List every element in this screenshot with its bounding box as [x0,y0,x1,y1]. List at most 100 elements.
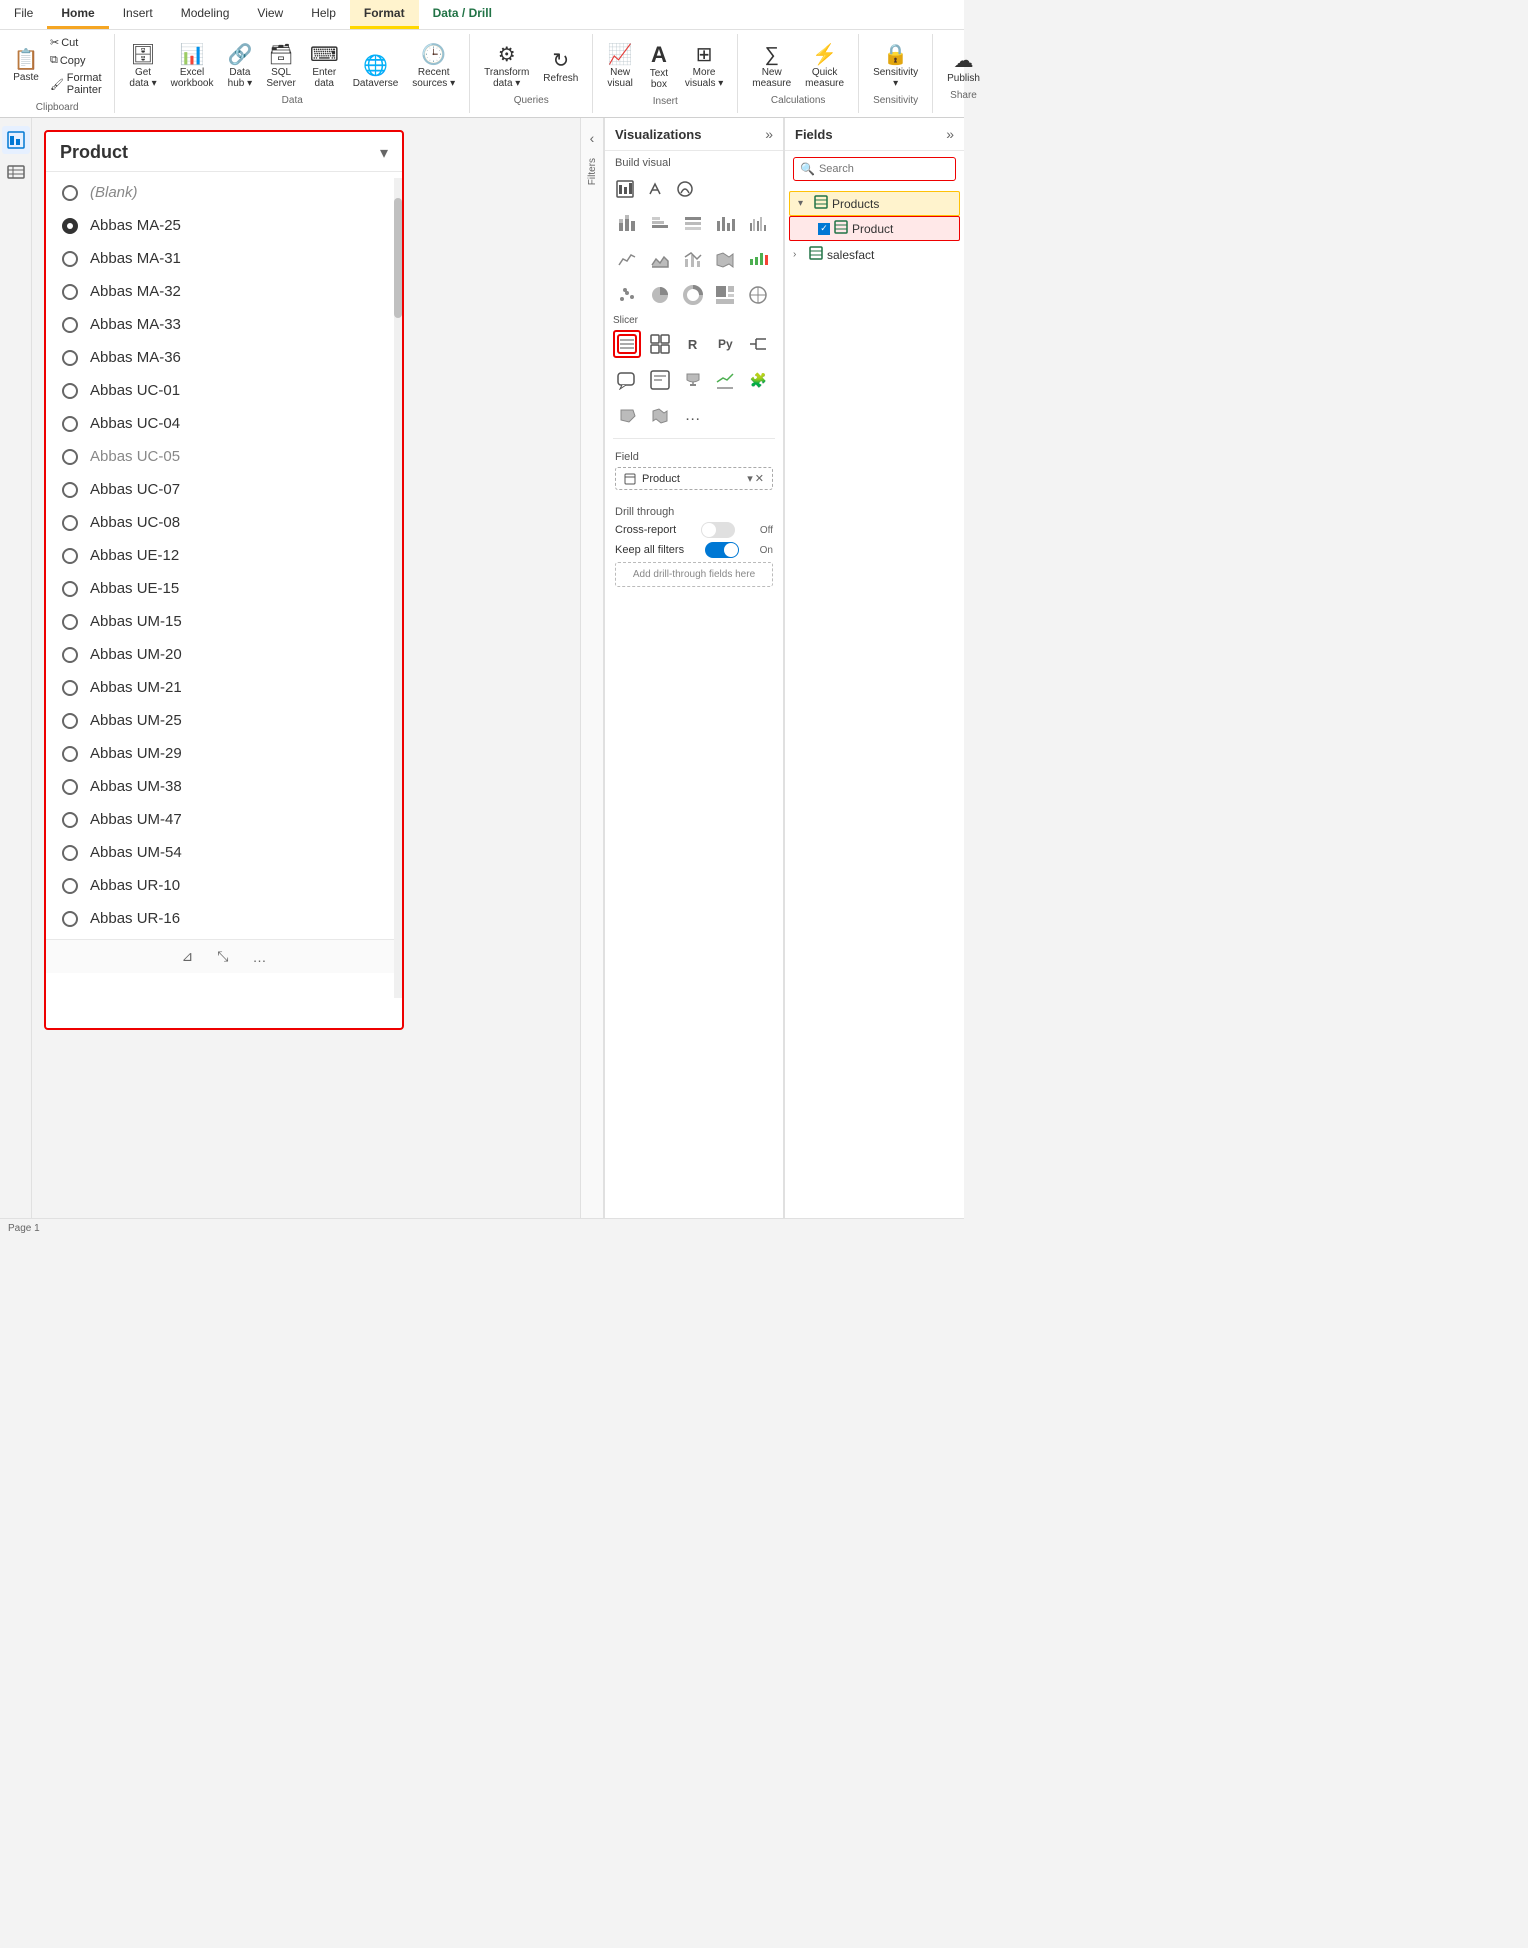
refresh-button[interactable]: ↻ Refresh [537,41,584,93]
sql-server-button[interactable]: 🗃 SQLServer [260,41,301,93]
add-drill-area[interactable]: Add drill-through fields here [615,562,773,587]
paste-button[interactable]: 📋 Paste [8,34,44,98]
viz-custom[interactable]: 🧩 [744,366,772,394]
format-painter-button[interactable]: 🖌 Format Painter [46,70,106,98]
field-chevron-icon[interactable]: ▾ [747,472,753,485]
viz-line-chart[interactable] [613,245,641,273]
viz-py-visual[interactable]: Py [711,330,739,358]
excel-workbook-button[interactable]: 📊 Excelworkbook [165,41,220,93]
cut-button[interactable]: ✂ Cut [46,34,106,51]
viz-pie[interactable] [646,281,674,309]
tree-item-salesfact[interactable]: › salesfact [785,243,964,266]
fields-search-box[interactable]: 🔍 [793,157,956,181]
viz-smart-narrative[interactable] [646,366,674,394]
tree-item-product[interactable]: Product [789,216,960,241]
cross-report-toggle[interactable] [701,522,735,538]
tree-item-products[interactable]: ▾ Products [789,191,960,216]
slicer-item-0[interactable]: (Blank) [46,176,402,209]
tab-help[interactable]: Help [297,0,350,29]
viz-area-chart[interactable] [646,245,674,273]
tab-format[interactable]: Format [350,0,419,29]
slicer-chevron-icon[interactable]: ▾ [380,143,388,163]
slicer-item-18[interactable]: Abbas UM-38 [46,770,402,803]
transform-data-button[interactable]: ⚙ Transformdata ▾ [478,41,535,93]
dataverse-button[interactable]: 🌐 Dataverse [347,52,405,93]
slicer-item-6[interactable]: Abbas UC-01 [46,374,402,407]
viz-more-icon[interactable]: … [679,402,707,430]
new-visual-button[interactable]: 📈 Newvisual [601,40,639,94]
slicer-more-icon[interactable]: … [248,947,270,967]
viz-waterfall[interactable] [744,245,772,273]
field-remove-icon[interactable]: ✕ [755,472,764,485]
viz-tab-icon-1[interactable] [611,175,639,203]
viz-shape-map[interactable] [613,402,641,430]
scrollbar-thumb[interactable] [394,198,402,318]
tab-file[interactable]: File [0,0,47,29]
slicer-item-13[interactable]: Abbas UM-15 [46,605,402,638]
new-measure-button[interactable]: ∑ Newmeasure [746,41,797,93]
viz-decomp-tree[interactable] [744,330,772,358]
data-hub-button[interactable]: 🔗 Datahub ▾ [221,41,258,93]
viz-clustered-column[interactable] [744,209,772,237]
more-visuals-button[interactable]: ⊞ Morevisuals ▾ [679,40,729,94]
viz-donut[interactable] [679,281,707,309]
slicer-item-22[interactable]: Abbas UR-16 [46,902,402,935]
slicer-item-19[interactable]: Abbas UM-47 [46,803,402,836]
viz-tab-icon-2[interactable] [641,175,669,203]
sidebar-data-icon[interactable] [2,158,30,186]
tab-modeling[interactable]: Modeling [167,0,244,29]
slicer-filter-icon[interactable]: ⊿ [178,946,198,967]
slicer-item-12[interactable]: Abbas UE-15 [46,572,402,605]
slicer-item-3[interactable]: Abbas MA-32 [46,275,402,308]
viz-slicer-list[interactable] [613,330,641,358]
slicer-item-20[interactable]: Abbas UM-54 [46,836,402,869]
sensitivity-button[interactable]: 🔒 Sensitivity▾ [867,41,924,93]
copy-button[interactable]: ⧉ Copy [46,52,106,69]
quick-measure-button[interactable]: ⚡ Quickmeasure [799,41,850,93]
sidebar-report-icon[interactable] [2,126,30,154]
products-expand-icon[interactable]: ▾ [798,198,810,209]
product-checkbox[interactable] [818,223,830,235]
publish-button[interactable]: ☁ Publish [941,47,986,88]
viz-scatter[interactable] [613,281,641,309]
viz-bar-chart[interactable] [613,209,641,237]
slicer-item-4[interactable]: Abbas MA-33 [46,308,402,341]
slicer-item-5[interactable]: Abbas MA-36 [46,341,402,374]
tab-insert[interactable]: Insert [109,0,167,29]
viz-stacked-bar[interactable] [646,209,674,237]
slicer-item-1[interactable]: Abbas MA-25 [46,209,402,242]
enter-data-button[interactable]: ⌨ Enterdata [304,41,345,93]
slicer-item-16[interactable]: Abbas UM-25 [46,704,402,737]
slicer-item-8[interactable]: Abbas UC-05 [46,440,402,473]
tab-home[interactable]: Home [47,0,108,29]
filters-collapse-icon[interactable]: ‹ [586,126,599,150]
tab-data-drill[interactable]: Data / Drill [419,0,506,29]
slicer-item-14[interactable]: Abbas UM-20 [46,638,402,671]
viz-line-column[interactable] [679,245,707,273]
slicer-item-2[interactable]: Abbas MA-31 [46,242,402,275]
viz-trophy[interactable] [679,366,707,394]
viz-map[interactable] [744,281,772,309]
slicer-item-10[interactable]: Abbas UC-08 [46,506,402,539]
viz-r-visual[interactable]: R [679,330,707,358]
slicer-item-9[interactable]: Abbas UC-07 [46,473,402,506]
viz-speech-bubble[interactable] [613,366,641,394]
tab-view[interactable]: View [243,0,297,29]
viz-slicer-tile[interactable] [646,330,674,358]
viz-treemap[interactable] [711,281,739,309]
viz-ribbon-chart[interactable] [711,245,739,273]
viz-100-bar[interactable] [679,209,707,237]
fields-panel-expand-icon[interactable]: » [946,126,954,142]
text-box-button[interactable]: A Textbox [641,40,677,94]
viz-panel-expand-icon[interactable]: » [765,126,773,142]
recent-sources-button[interactable]: 🕒 Recentsources ▾ [406,41,461,93]
salesfact-expand-icon[interactable]: › [793,249,805,260]
get-data-button[interactable]: 🗄 Getdata ▾ [123,41,162,93]
fields-search-input[interactable] [819,163,949,175]
viz-column-chart[interactable] [711,209,739,237]
slicer-resize-icon[interactable]: ⤡ [213,946,232,967]
viz-kpi[interactable] [711,366,739,394]
slicer-item-11[interactable]: Abbas UE-12 [46,539,402,572]
slicer-item-21[interactable]: Abbas UR-10 [46,869,402,902]
viz-tab-icon-3[interactable] [671,175,699,203]
